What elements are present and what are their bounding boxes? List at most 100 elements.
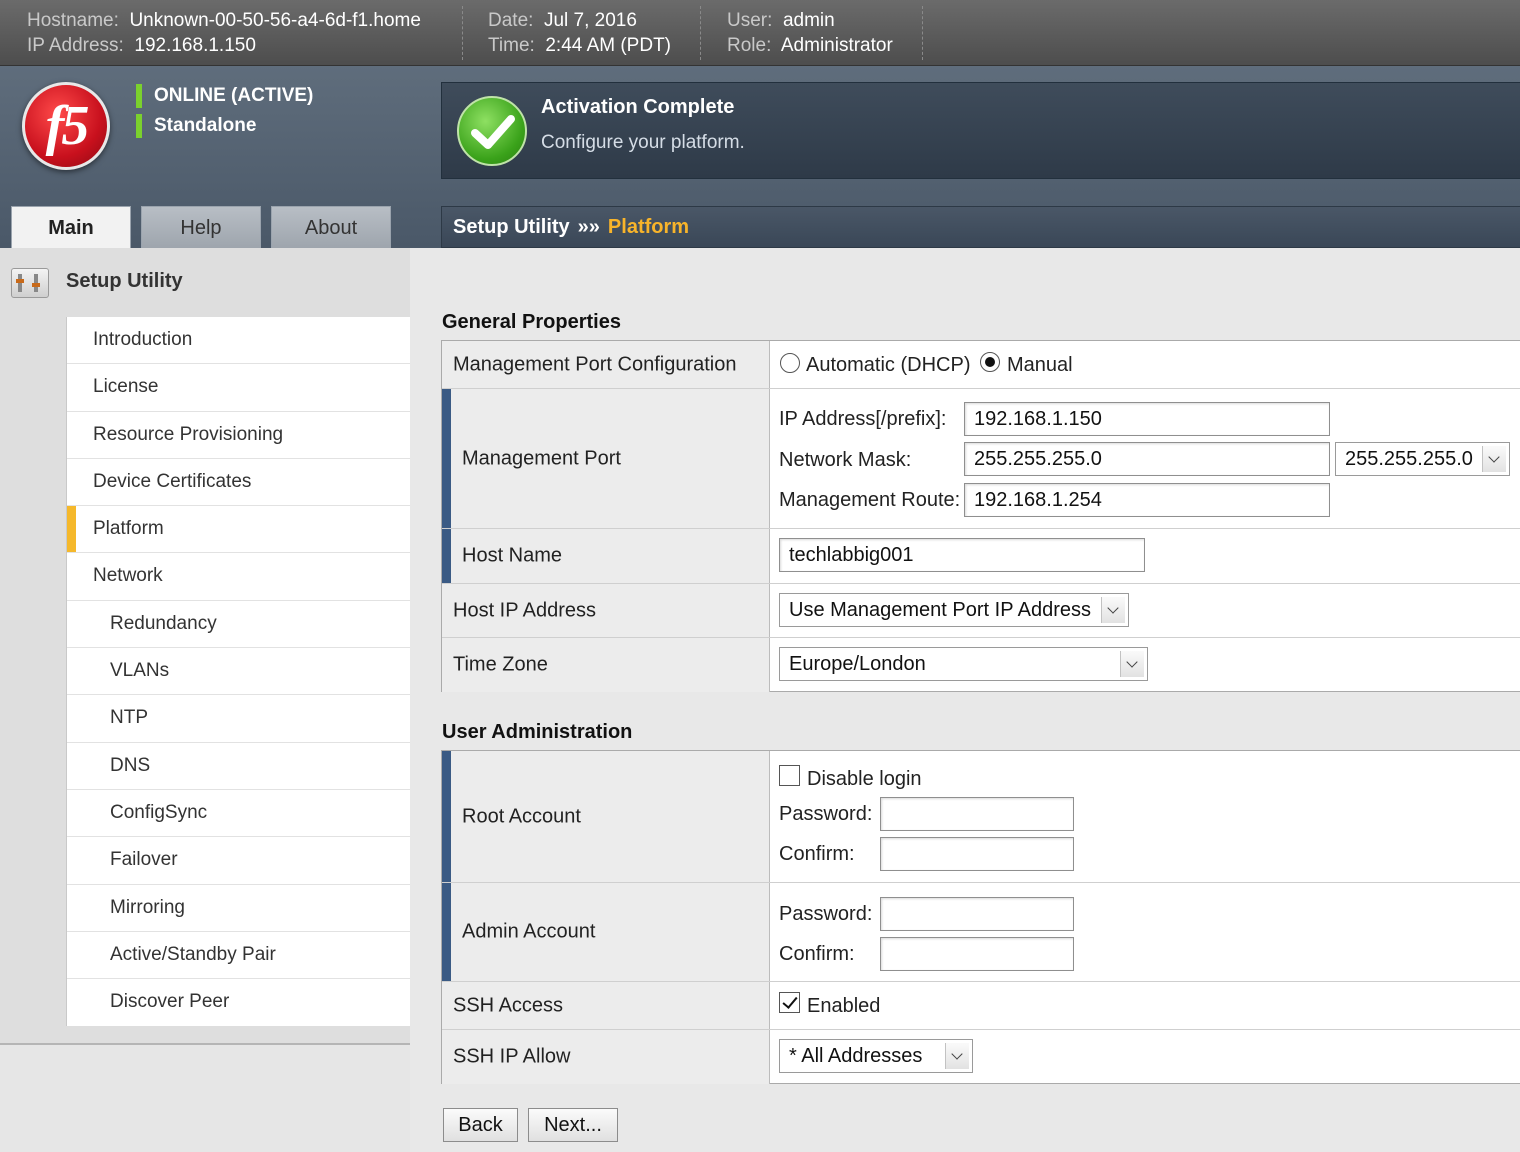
hostname-value: Unknown-00-50-56-a4-6d-f1.home (129, 10, 421, 31)
sidebar-item-label: ConfigSync (110, 801, 208, 823)
table-row: Host Name techlabbig001 (442, 529, 1520, 584)
user-info: User: admin Role: Administrator (727, 8, 893, 58)
next-button[interactable]: Next... (528, 1108, 618, 1142)
hostname-label: Host Name (442, 529, 770, 583)
admin-account-label: Admin Account (442, 883, 770, 981)
status-indicator (136, 84, 142, 108)
mode-indicator (136, 114, 142, 138)
user-administration-table: Root Account Disable login Password: Con… (441, 750, 1520, 1084)
manual-radio[interactable] (980, 352, 1000, 372)
sidebar-item-label: Redundancy (110, 612, 217, 634)
breadcrumb-current: Platform (607, 216, 690, 238)
sidebar-item-configsync[interactable]: ConfigSync (67, 790, 410, 838)
sidebar: Setup Utility Introduction License Resou… (0, 248, 410, 1045)
sidebar-item-label: Network (93, 565, 163, 587)
dhcp-radio[interactable] (780, 353, 800, 373)
table-row: SSH IP Allow * All Addresses (442, 1030, 1520, 1084)
timezone-select[interactable]: Europe/London (779, 647, 1148, 681)
sidebar-item-label: Platform (93, 518, 164, 540)
sidebar-item-mirroring[interactable]: Mirroring (67, 885, 410, 932)
route-input[interactable]: 192.168.1.254 (964, 483, 1330, 517)
user-administration-title: User Administration (442, 721, 633, 743)
sidebar-item-label: Failover (110, 849, 178, 871)
host-ip-label: Host IP Address (442, 584, 770, 637)
timezone-label: Time Zone (442, 638, 770, 692)
ssh-enabled-checkbox[interactable] (779, 992, 800, 1013)
sidebar-item-discover-peer[interactable]: Discover Peer (67, 979, 410, 1026)
sidebar-item-ntp[interactable]: NTP (67, 695, 410, 743)
mgmt-config-options: Automatic (DHCP) Manual (770, 341, 1520, 388)
hostname-cell: techlabbig001 (770, 529, 1520, 583)
breadcrumb-root[interactable]: Setup Utility (453, 216, 570, 238)
sidebar-item-platform[interactable]: Platform (67, 506, 410, 554)
ssh-enabled-label: Enabled (807, 995, 881, 1017)
breadcrumb: Setup Utility »» Platform (441, 206, 1520, 248)
host-ip-select[interactable]: Use Management Port IP Address (779, 593, 1129, 627)
tab-main[interactable]: Main (11, 206, 131, 248)
chevron-down-icon[interactable] (1482, 446, 1506, 472)
sidebar-item-license[interactable]: License (67, 364, 410, 412)
hostname-input[interactable]: techlabbig001 (779, 538, 1145, 572)
sidebar-item-failover[interactable]: Failover (67, 837, 410, 885)
time-label: Time: (488, 35, 535, 56)
admin-password-input[interactable] (880, 897, 1074, 931)
breadcrumb-separator: »» (577, 216, 600, 238)
host-info: Hostname: Unknown-00-50-56-a4-6d-f1.home… (27, 8, 421, 58)
sidebar-item-label: Discover Peer (110, 991, 230, 1013)
sidebar-item-label: VLANs (110, 660, 170, 682)
timezone-cell: Europe/London (770, 638, 1520, 692)
date-value: Jul 7, 2016 (543, 10, 637, 31)
sidebar-item-label: Introduction (93, 329, 193, 350)
sidebar-item-label: NTP (110, 707, 148, 729)
netmask-select[interactable]: 255.255.255.0 (1335, 442, 1510, 476)
mgmt-config-label: Management Port Configuration (442, 341, 770, 388)
hostname-label: Hostname: (27, 10, 119, 31)
chevron-down-icon[interactable] (1120, 651, 1144, 677)
admin-confirm-label: Confirm: (779, 943, 855, 965)
root-password-label: Password: (779, 803, 873, 825)
ssh-ip-allow-select[interactable]: * All Addresses (779, 1039, 973, 1073)
sidebar-header: Setup Utility (0, 248, 410, 316)
ip-prefix-input[interactable]: 192.168.1.150 (964, 402, 1330, 436)
sidebar-item-label: Mirroring (110, 896, 185, 918)
admin-confirm-input[interactable] (880, 937, 1074, 971)
divider (462, 6, 463, 60)
chevron-down-icon[interactable] (1101, 597, 1125, 623)
mgmt-port-label: Management Port (442, 389, 770, 528)
ip-prefix-label: IP Address[/prefix]: (779, 408, 947, 430)
table-row: Root Account Disable login Password: Con… (442, 751, 1520, 883)
root-confirm-input[interactable] (880, 837, 1074, 871)
back-button[interactable]: Back (443, 1108, 518, 1142)
root-account-label: Root Account (442, 751, 770, 882)
tab-about[interactable]: About (271, 206, 391, 248)
table-row: Admin Account Password: Confirm: (442, 883, 1520, 982)
netmask-input[interactable]: 255.255.255.0 (964, 442, 1330, 476)
mgmt-port-fields: IP Address[/prefix]: 192.168.1.150 Netwo… (770, 389, 1520, 528)
root-password-input[interactable] (880, 797, 1074, 831)
sidebar-item-introduction[interactable]: Introduction (67, 317, 410, 365)
role-label: Role: (727, 35, 772, 56)
sidebar-item-network[interactable]: Network (67, 553, 410, 601)
tab-help[interactable]: Help (141, 206, 261, 248)
system-info-bar: Hostname: Unknown-00-50-56-a4-6d-f1.home… (0, 0, 1520, 66)
table-row: Management Port IP Address[/prefix]: 192… (442, 389, 1520, 529)
sidebar-item-active-standby-pair[interactable]: Active/Standby Pair (67, 932, 410, 980)
sidebar-item-dns[interactable]: DNS (67, 743, 410, 790)
sidebar-item-vlans[interactable]: VLANs (67, 648, 410, 696)
disable-login-checkbox[interactable] (779, 765, 800, 786)
ssh-ip-allow-label: SSH IP Allow (442, 1030, 770, 1084)
sidebar-item-resource-provisioning[interactable]: Resource Provisioning (67, 412, 410, 459)
ip-label: IP Address: (27, 35, 124, 56)
root-account-fields: Disable login Password: Confirm: (770, 751, 1520, 882)
general-properties-title: General Properties (442, 311, 621, 333)
general-properties-table: Management Port Configuration Automatic … (441, 340, 1520, 692)
netmask-select-value: 255.255.255.0 (1345, 448, 1473, 470)
sidebar-item-device-certificates[interactable]: Device Certificates (67, 459, 410, 507)
sidebar-item-redundancy[interactable]: Redundancy (67, 601, 410, 649)
sidebar-item-label: Active/Standby Pair (110, 943, 276, 965)
ip-value: 192.168.1.150 (134, 35, 256, 56)
table-row: Management Port Configuration Automatic … (442, 341, 1520, 389)
date-label: Date: (488, 10, 534, 31)
manual-label: Manual (1007, 354, 1073, 376)
chevron-down-icon[interactable] (945, 1043, 969, 1069)
